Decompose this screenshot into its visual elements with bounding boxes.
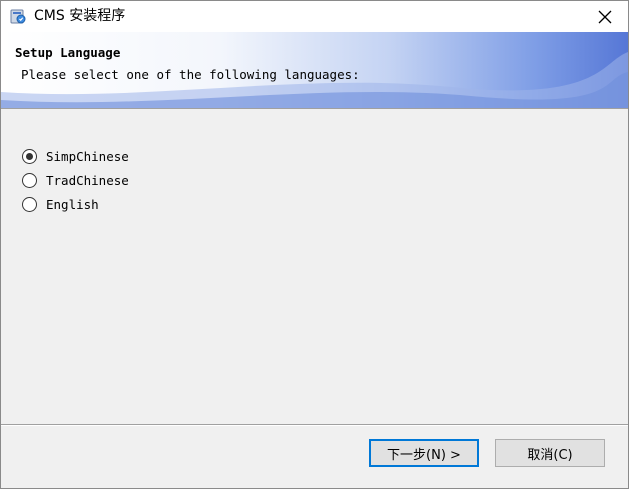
radio-simpchinese[interactable]: SimpChinese — [22, 149, 129, 164]
installer-icon — [9, 7, 27, 25]
cancel-button-label: 取消(C) — [527, 447, 573, 463]
radio-button-checked[interactable] — [22, 149, 37, 164]
installer-window: CMS 安装程序 Setup Language Please select on… — [0, 0, 629, 489]
close-button[interactable] — [582, 1, 628, 32]
radio-button[interactable] — [22, 197, 37, 212]
language-options: SimpChinese TradChinese English — [1, 109, 628, 427]
next-button-label: 下一步(N) > — [387, 447, 461, 463]
radio-label: English — [46, 197, 99, 212]
wizard-header: Setup Language Please select one of the … — [1, 32, 628, 109]
header-title: Setup Language — [15, 45, 121, 60]
window-title: CMS 安装程序 — [34, 8, 126, 24]
footer-divider — [1, 424, 628, 426]
radio-label: SimpChinese — [46, 149, 129, 164]
radio-label: TradChinese — [46, 173, 129, 188]
header-subtitle: Please select one of the following langu… — [21, 67, 360, 82]
title-bar[interactable]: CMS 安装程序 — [1, 1, 628, 32]
next-button[interactable]: 下一步(N) > — [369, 439, 479, 467]
radio-tradchinese[interactable]: TradChinese — [22, 173, 129, 188]
close-icon — [598, 10, 612, 23]
cancel-button[interactable]: 取消(C) — [495, 439, 605, 467]
radio-english[interactable]: English — [22, 197, 99, 212]
radio-button[interactable] — [22, 173, 37, 188]
